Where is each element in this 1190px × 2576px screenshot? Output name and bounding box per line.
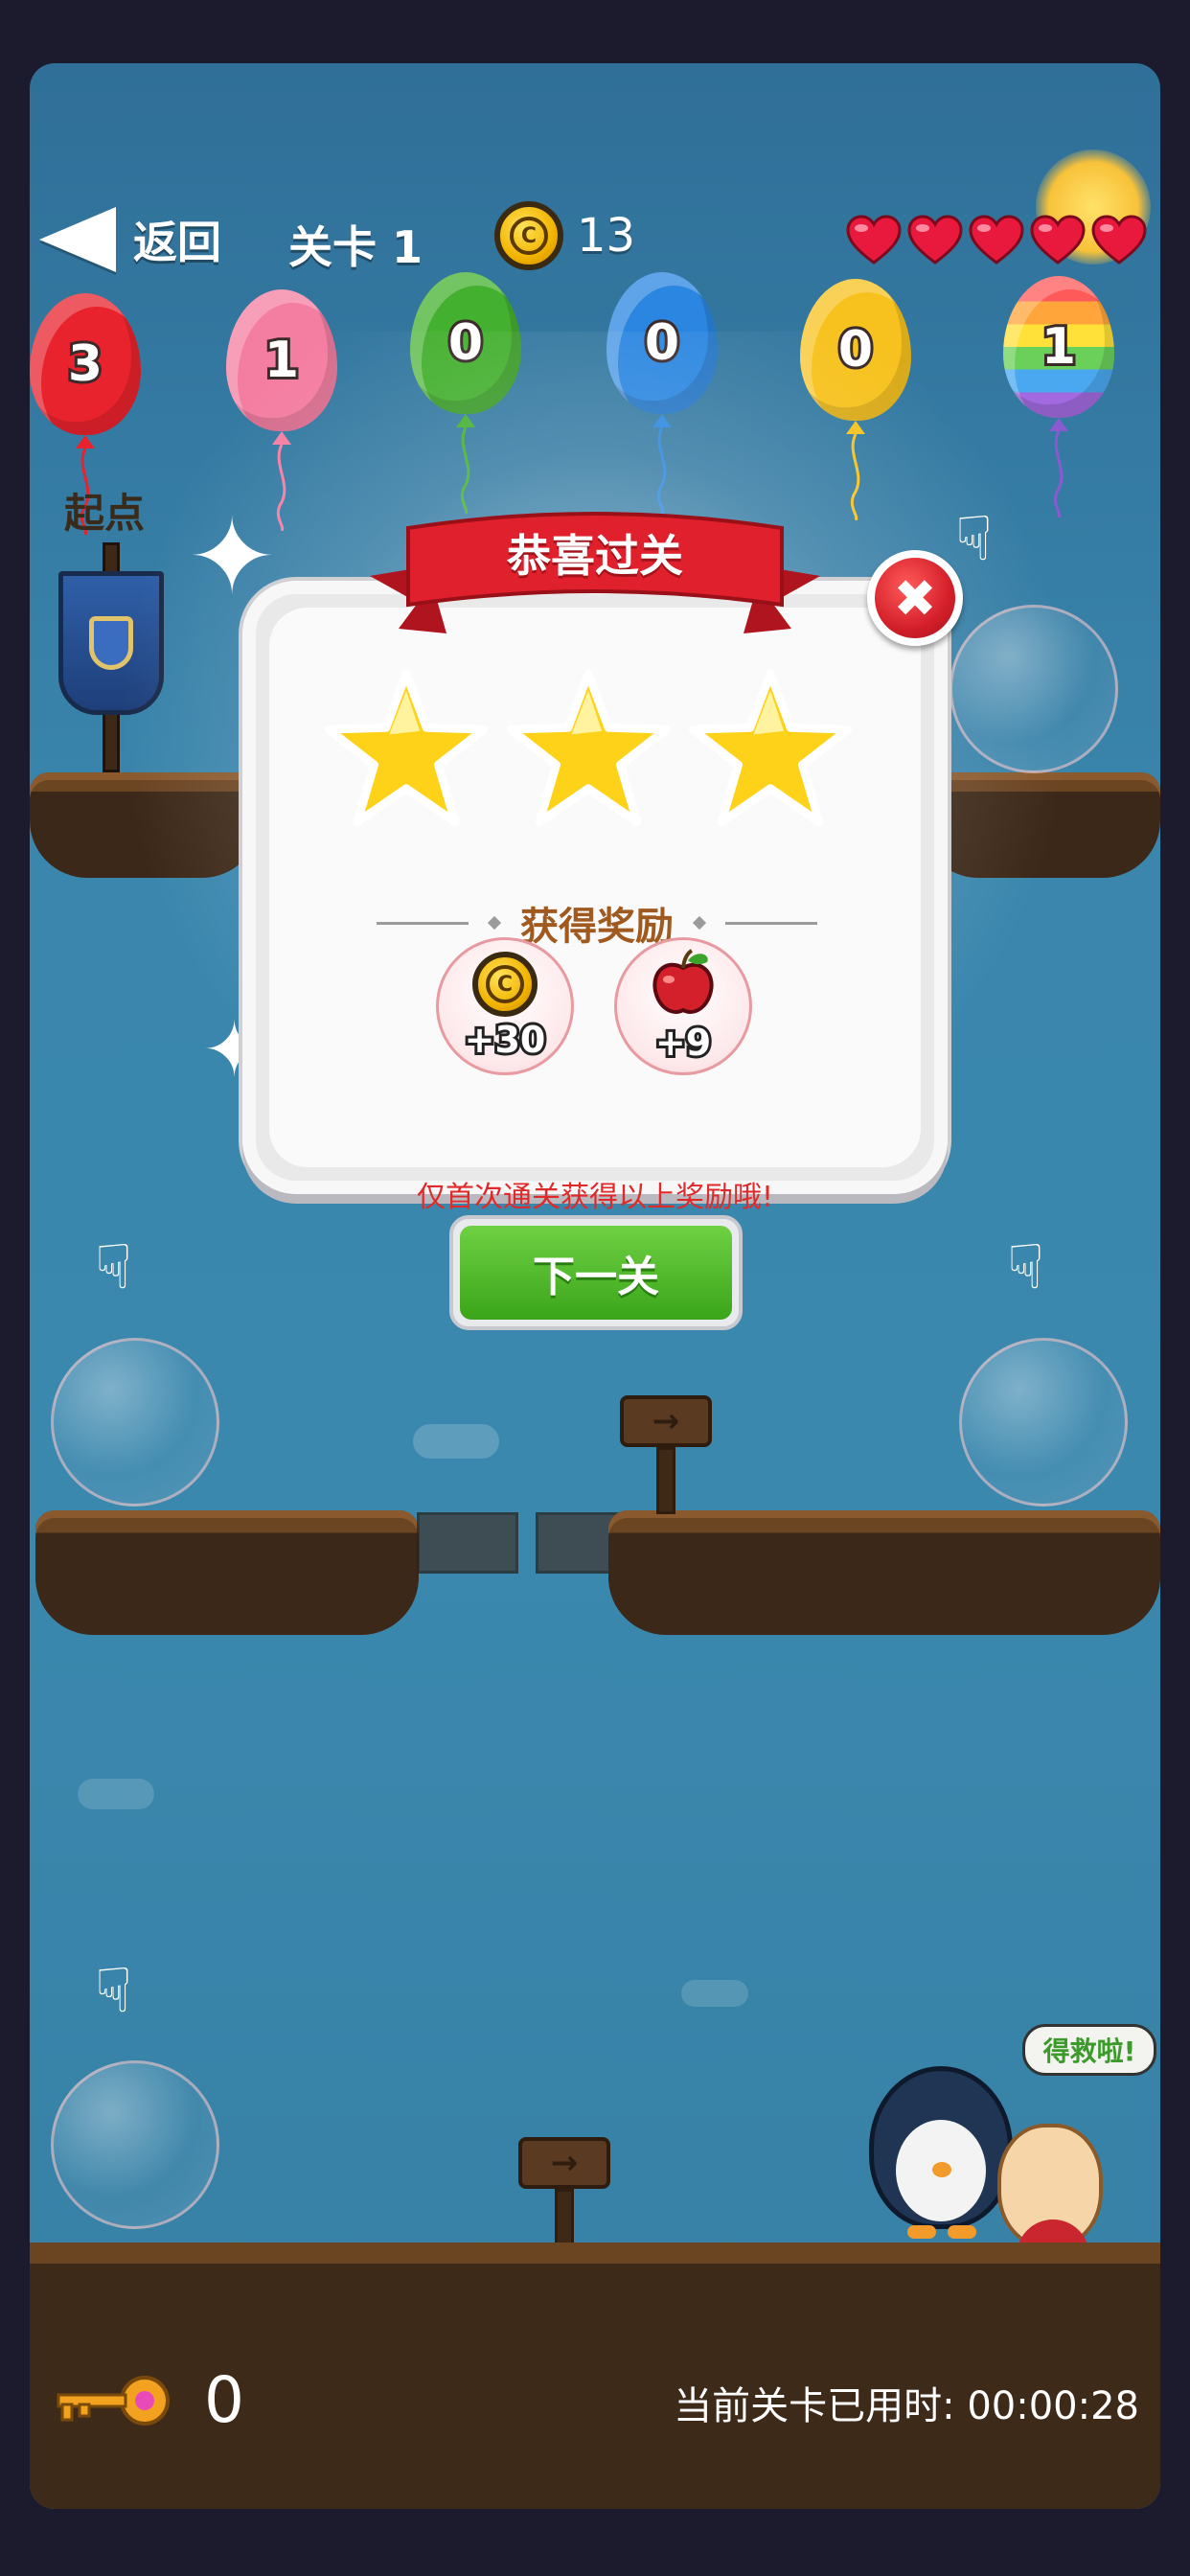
- coin-count: 13: [577, 209, 636, 263]
- heart-icon: [969, 215, 1024, 264]
- close-icon: ✖: [893, 567, 937, 629]
- heart-icon: [846, 215, 902, 264]
- arrow-right-icon: →: [518, 2137, 610, 2189]
- platform: [608, 1510, 1160, 1635]
- cloud: [681, 1980, 748, 2007]
- arrow-sign: →: [620, 1395, 712, 1514]
- pointing-hand-icon: ☟: [95, 1232, 132, 1303]
- cloud: [78, 1779, 154, 1809]
- next-level-button[interactable]: 下一关: [449, 1215, 743, 1330]
- next-level-label: 下一关: [460, 1226, 732, 1320]
- back-label: 返回: [133, 217, 221, 268]
- star-rating: [322, 667, 855, 836]
- arrow-sign: →: [518, 2137, 610, 2256]
- back-button[interactable]: 返回: [39, 207, 221, 272]
- game-frame: 返回 关卡 1 C 13 3 1 0 0 0 1: [30, 63, 1160, 2509]
- coin-counter: C 13: [494, 201, 635, 270]
- modal-title: 恭喜过关: [507, 530, 683, 582]
- reward-amount: +30: [462, 1016, 549, 1064]
- apple-icon: [652, 949, 714, 1014]
- heart-icon: [1030, 215, 1086, 264]
- star-icon: [324, 669, 489, 827]
- key-icon: [57, 2375, 170, 2426]
- reward-apples: +9: [614, 937, 752, 1075]
- balloon-count: 3: [65, 333, 105, 396]
- first-clear-note: 仅首次通关获得以上奖励哦!: [416, 1181, 774, 1214]
- star-icon: [506, 669, 671, 827]
- star-icon: [688, 669, 853, 827]
- bubble: [51, 1338, 219, 1506]
- heart-icon: [907, 215, 963, 264]
- reward-list: C +30 +9: [436, 937, 752, 1075]
- cloud: [413, 1424, 499, 1459]
- reward-amount: +9: [652, 1019, 714, 1067]
- pointing-hand-icon: ☟: [1007, 1232, 1044, 1303]
- arrow-right-icon: →: [620, 1395, 712, 1447]
- reward-coins: C +30: [436, 937, 574, 1075]
- brick-bridge: [417, 1512, 518, 1574]
- coin-icon: C: [472, 952, 538, 1017]
- speech-bubble: 得救啦!: [1022, 2024, 1156, 2076]
- level-timer: 当前关卡已用时: 00:00:28: [674, 2384, 1139, 2428]
- platform: [35, 1510, 419, 1635]
- bubble: [51, 2060, 219, 2229]
- pointing-hand-icon: ☟: [95, 1956, 132, 2027]
- lives-hearts: [846, 215, 1147, 266]
- heart-icon: [1091, 215, 1147, 264]
- bubble: [959, 1338, 1128, 1506]
- coin-icon: C: [494, 201, 563, 270]
- level-label: 关卡 1: [288, 221, 423, 273]
- close-button[interactable]: ✖: [867, 550, 963, 646]
- key-counter: 0: [49, 2363, 244, 2437]
- key-count: 0: [204, 2363, 244, 2437]
- back-arrow-icon: [39, 207, 116, 272]
